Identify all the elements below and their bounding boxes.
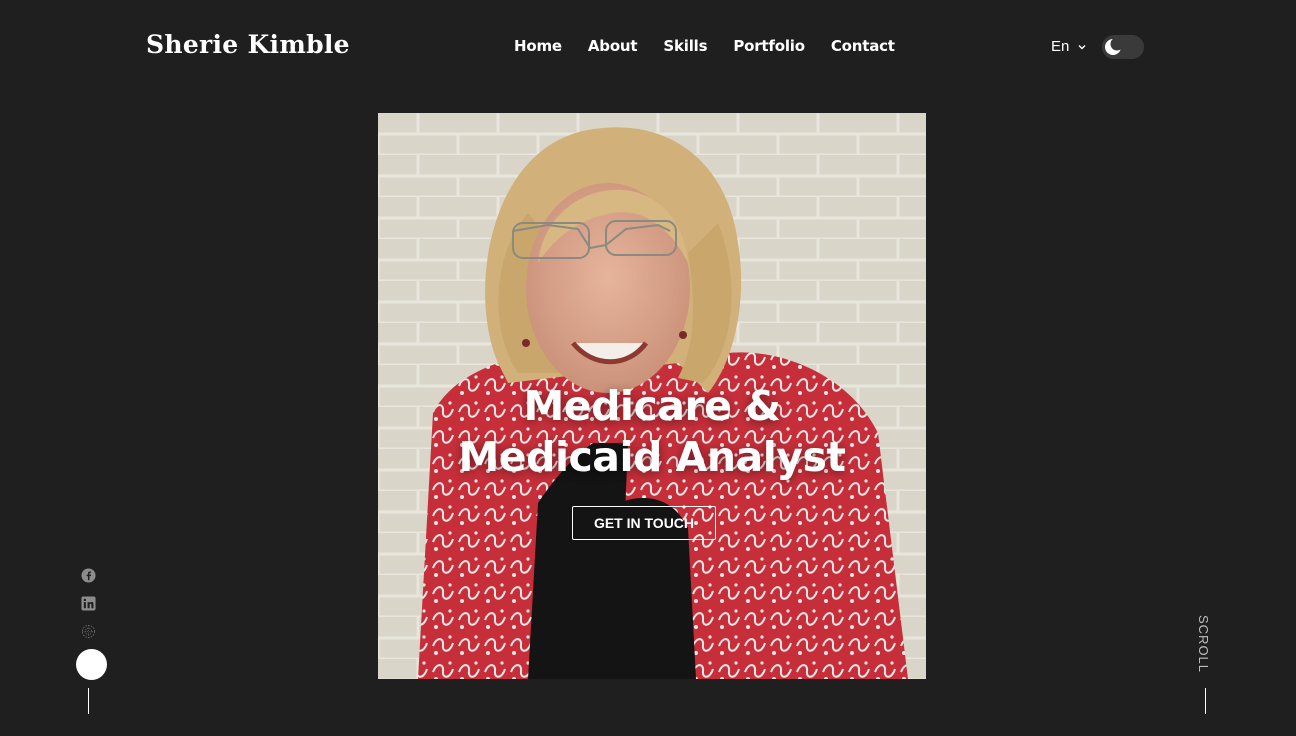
nav-skills[interactable]: Skills [663, 37, 707, 55]
left-divider-line [88, 688, 89, 714]
chevron-down-icon [1078, 44, 1086, 49]
nav-home[interactable]: Home [514, 37, 562, 55]
language-selector[interactable]: En [1051, 38, 1087, 55]
hero-section: Medicare & Medicaid Analyst GET IN TOUCH [378, 113, 926, 679]
hero-headline-line1: Medicare & [523, 382, 781, 430]
nav-about[interactable]: About [588, 37, 638, 55]
hero-headline: Medicare & Medicaid Analyst [378, 381, 926, 483]
globe-icon[interactable] [81, 624, 96, 639]
get-in-touch-button[interactable]: GET IN TOUCH [572, 506, 716, 540]
nav-portfolio[interactable]: Portfolio [733, 37, 805, 55]
facebook-icon[interactable] [81, 568, 96, 583]
scroll-indicator-dot [76, 649, 107, 680]
site-logo[interactable]: Sherie Kimble [146, 30, 350, 59]
moon-icon [1105, 38, 1122, 55]
main-nav: Home About Skills Portfolio Contact [514, 37, 895, 55]
hero-headline-line2: Medicaid Analyst [458, 433, 846, 481]
scroll-line [1205, 688, 1206, 714]
theme-toggle[interactable] [1102, 35, 1144, 59]
language-label: En [1051, 38, 1070, 55]
linkedin-icon[interactable] [81, 596, 96, 611]
nav-contact[interactable]: Contact [831, 37, 895, 55]
social-links [81, 568, 96, 639]
scroll-label[interactable]: SCROLL [1196, 615, 1211, 673]
